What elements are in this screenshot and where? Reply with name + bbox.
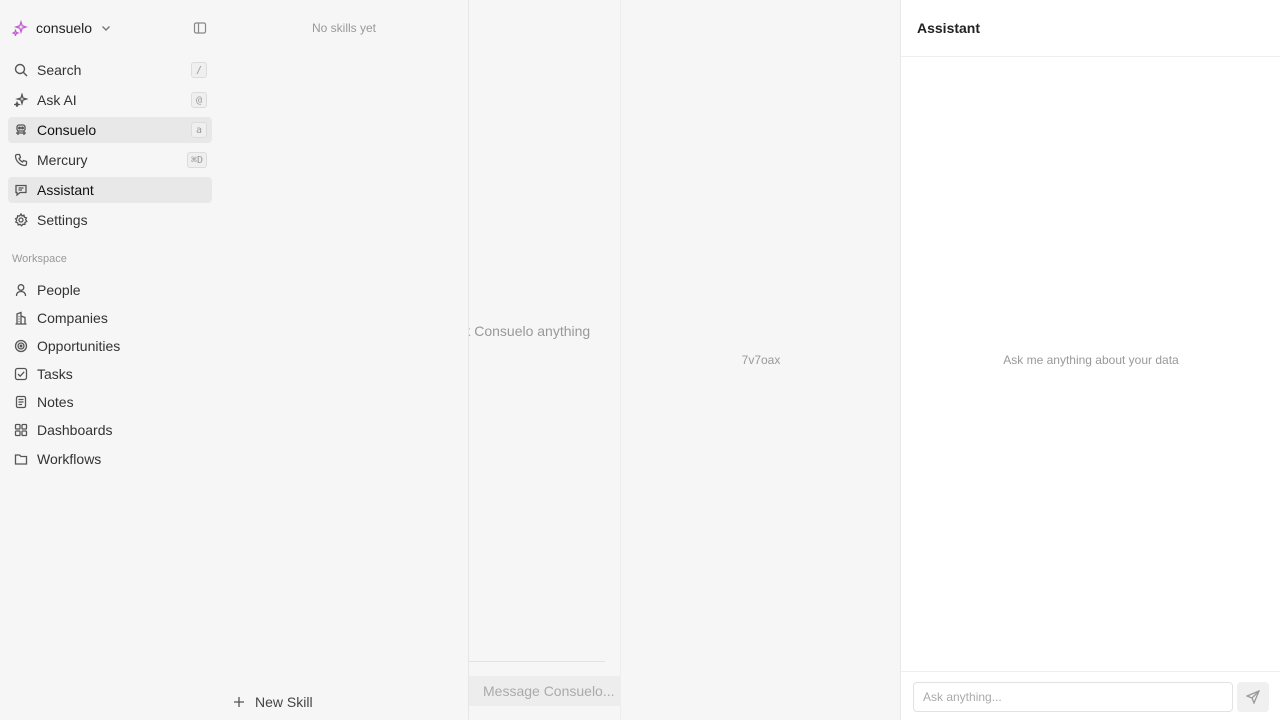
skills-panel: No skills yet New Skill [220, 0, 468, 720]
assistant-empty-state: Ask me anything about your data [1003, 353, 1179, 367]
sidebar-item-label: Assistant [37, 182, 94, 198]
chat-panel: Ask Consuelo anything [468, 0, 620, 720]
chat-divider [469, 661, 605, 662]
assistant-header: Assistant [901, 0, 1280, 57]
sidebar-item-label: Consuelo [37, 122, 97, 138]
sidebar-item-label: Opportunities [37, 338, 121, 354]
sidebar-item-ask-ai[interactable]: Ask AI @ [8, 87, 212, 113]
plus-icon [232, 695, 246, 709]
sidebar-item-notes[interactable]: Notes [8, 389, 212, 415]
sidebar-item-people[interactable]: People [8, 277, 212, 303]
sidebar-item-label: Search [37, 62, 82, 78]
user-icon [14, 283, 28, 297]
target-icon [14, 339, 28, 353]
shortcut-badge: a [191, 122, 207, 138]
building-icon [14, 311, 28, 325]
workspace-switcher[interactable]: consuelo [12, 16, 212, 40]
skills-empty-state: No skills yet [311, 21, 376, 35]
checkbox-icon [14, 367, 28, 381]
phone-icon [14, 153, 28, 167]
gear-icon [14, 213, 28, 227]
sparkles-icon [14, 93, 28, 107]
sidebar-item-mercury[interactable]: Mercury ⌘D [8, 147, 212, 173]
sidebar-item-label: Dashboards [37, 422, 113, 438]
workspace-name: consuelo [36, 20, 93, 36]
sidebar-item-label: Ask AI [37, 92, 77, 108]
sidebar-item-label: Mercury [37, 152, 88, 168]
shortcut-badge: / [191, 62, 207, 78]
sidebar-item-tasks[interactable]: Tasks [8, 361, 212, 387]
sidebar-item-dashboards[interactable]: Dashboards [8, 417, 212, 443]
message-icon [14, 183, 28, 197]
sidebar: consuelo Search / Ask AI @ Consuelo a Me… [0, 0, 220, 720]
grid-icon [14, 423, 28, 437]
shortcut-badge: ⌘D [186, 152, 207, 168]
sidebar-item-label: Notes [37, 394, 74, 410]
sidebar-item-label: Tasks [37, 366, 73, 382]
sidebar-item-workflows[interactable]: Workflows [8, 446, 212, 472]
send-button[interactable] [1237, 682, 1269, 712]
sidebar-toggle-icon[interactable] [192, 20, 208, 36]
sidebar-item-consuelo[interactable]: Consuelo a [8, 117, 212, 143]
main-content: 7v7oax [620, 0, 900, 720]
robot-icon [14, 123, 28, 137]
new-skill-button[interactable]: New Skill [228, 690, 317, 714]
folder-icon [14, 452, 28, 466]
shortcut-badge: @ [191, 92, 207, 108]
assistant-panel: Assistant Ask me anything about your dat… [900, 0, 1280, 720]
assistant-input[interactable] [913, 682, 1233, 712]
assistant-footer [901, 671, 1280, 720]
chevron-down-icon [100, 22, 112, 34]
sidebar-item-label: Companies [37, 310, 108, 326]
sidebar-item-label: Settings [37, 212, 88, 228]
sidebar-item-assistant[interactable]: Assistant [8, 177, 212, 203]
assistant-title: Assistant [917, 20, 981, 36]
sidebar-item-companies[interactable]: Companies [8, 305, 212, 331]
sidebar-item-label: People [37, 282, 81, 298]
send-icon [1246, 690, 1260, 704]
sidebar-item-label: Workflows [37, 451, 102, 467]
sidebar-item-opportunities[interactable]: Opportunities [8, 333, 212, 359]
search-icon [14, 63, 28, 77]
sidebar-item-search[interactable]: Search / [8, 57, 212, 83]
section-title-workspace: Workspace [12, 253, 67, 265]
new-skill-label: New Skill [255, 694, 313, 710]
sparkle-logo-icon [12, 20, 28, 36]
chat-empty-state: Ask Consuelo anything [469, 323, 591, 339]
message-input[interactable] [469, 676, 620, 706]
sidebar-item-settings[interactable]: Settings [8, 207, 212, 233]
note-icon [14, 395, 28, 409]
record-id-text: 7v7oax [741, 353, 781, 367]
